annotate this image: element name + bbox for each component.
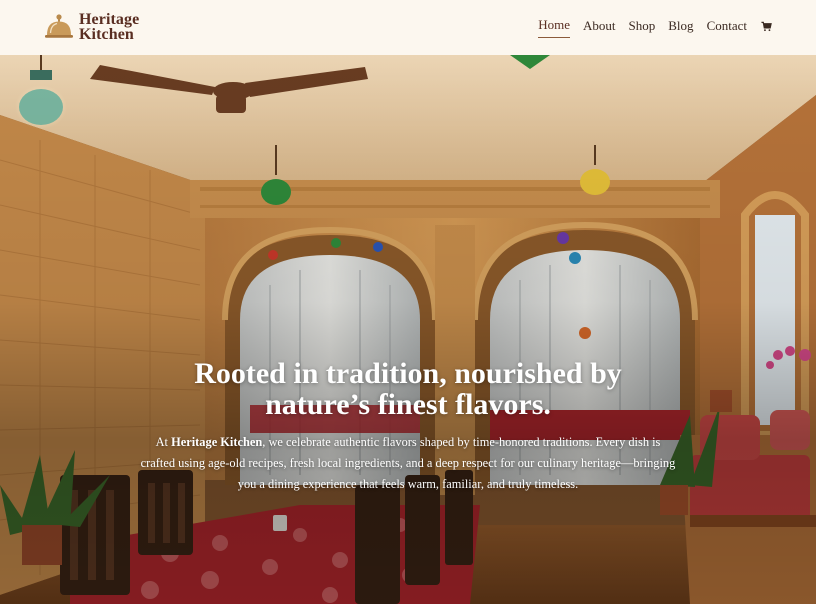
hero-description-prefix: At bbox=[155, 435, 172, 449]
hero-overlay bbox=[0, 55, 816, 604]
brand-name: Heritage Kitchen bbox=[79, 11, 140, 43]
nav-blog[interactable]: Blog bbox=[668, 18, 693, 38]
hero-description-brand: Heritage Kitchen bbox=[171, 435, 263, 449]
hero-section: Rooted in tradition, nourished by nature… bbox=[0, 55, 816, 604]
hero-content: Rooted in tradition, nourished by nature… bbox=[0, 358, 816, 495]
hero-headline: Rooted in tradition, nourished by nature… bbox=[194, 357, 622, 421]
brand-logo[interactable]: Heritage Kitchen bbox=[44, 10, 139, 44]
brand-name-line1: Heritage bbox=[79, 11, 140, 28]
site-header: Heritage Kitchen Home About Shop Blog Co… bbox=[0, 0, 816, 55]
hero-description: At Heritage Kitchen, we celebrate authen… bbox=[138, 432, 678, 495]
brand-name-line2: Kitchen bbox=[79, 26, 134, 43]
main-nav: Home About Shop Blog Contact bbox=[525, 18, 772, 38]
nav-shop[interactable]: Shop bbox=[629, 18, 656, 38]
nav-about[interactable]: About bbox=[583, 18, 616, 38]
nav-home[interactable]: Home bbox=[538, 18, 571, 38]
cart-icon[interactable] bbox=[761, 21, 772, 32]
nav-contact[interactable]: Contact bbox=[707, 18, 747, 38]
cloche-icon bbox=[45, 14, 73, 38]
